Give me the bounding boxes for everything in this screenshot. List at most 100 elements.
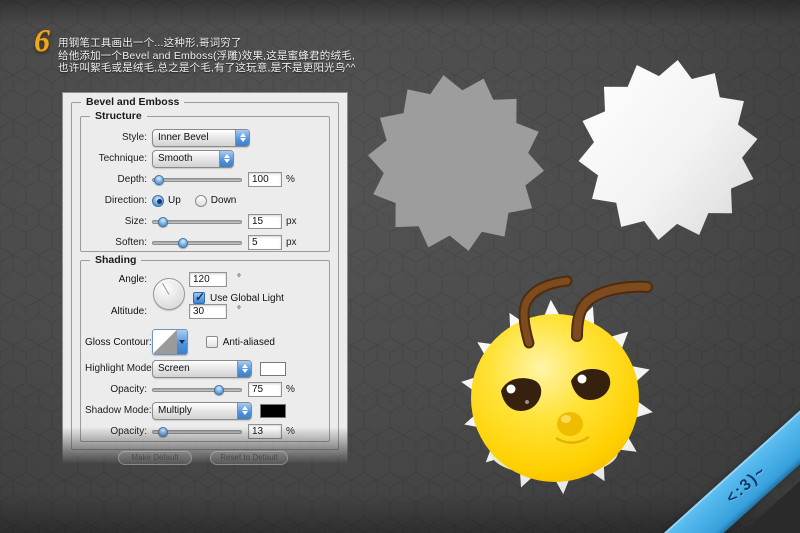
angle-altitude-block: Angle: ° Use Global Light Altitude: ° xyxy=(85,271,325,324)
soften-input[interactable] xyxy=(248,235,282,250)
shadow-mode-row: Shadow Mode: Multiply xyxy=(85,400,325,421)
size-label: Size: xyxy=(85,216,147,227)
technique-select[interactable]: Smooth xyxy=(152,150,234,168)
structure-group: Structure Style: Inner Bevel Technique: … xyxy=(80,116,330,252)
step-number: 6 xyxy=(34,22,50,59)
slider-track xyxy=(152,388,242,392)
up-down-stepper-icon xyxy=(237,361,251,377)
depth-input[interactable] xyxy=(248,172,282,187)
altitude-label: Altitude: xyxy=(85,306,147,317)
up-down-stepper-icon xyxy=(237,403,251,419)
angle-label: Angle: xyxy=(85,274,147,285)
depth-label: Depth: xyxy=(85,174,147,185)
direction-row: Direction: Up Down xyxy=(85,190,325,211)
angle-input[interactable] xyxy=(189,272,227,287)
angle-unit: ° xyxy=(237,273,241,284)
depth-slider[interactable] xyxy=(152,174,242,186)
make-default-button[interactable]: Make Default xyxy=(118,451,192,465)
size-input[interactable] xyxy=(248,214,282,229)
highlight-opacity-unit: % xyxy=(286,384,295,395)
shadow-opacity-row: Opacity: % xyxy=(85,421,325,442)
slider-track xyxy=(152,178,242,182)
direction-up-label: Up xyxy=(168,195,181,206)
shadow-color-swatch[interactable] xyxy=(260,404,286,418)
style-select[interactable]: Inner Bevel xyxy=(152,129,250,147)
angle-dial[interactable] xyxy=(153,278,185,310)
highlight-mode-select[interactable]: Screen xyxy=(152,360,252,378)
soften-row: Soften: px xyxy=(85,232,325,253)
direction-label: Direction: xyxy=(85,195,147,206)
size-unit: px xyxy=(286,216,297,227)
up-down-stepper-icon xyxy=(235,130,249,146)
caption-line-3: 也许叫絮毛或是绒毛,总之是个毛,有了这玩意,是不是更阳光鸟^^ xyxy=(58,62,356,75)
up-down-stepper-icon xyxy=(219,151,233,167)
technique-select-value: Smooth xyxy=(153,153,219,164)
shadow-opacity-slider[interactable] xyxy=(152,426,242,438)
highlight-mode-value: Screen xyxy=(153,363,237,374)
bevel-emboss-dialog: Bevel and Emboss Structure Style: Inner … xyxy=(62,92,348,464)
highlight-opacity-slider[interactable] xyxy=(152,384,242,396)
dialog-title: Bevel and Emboss xyxy=(81,96,184,108)
shadow-mode-label: Shadow Mode: xyxy=(85,405,147,416)
slider-thumb[interactable] xyxy=(158,217,168,227)
slider-thumb[interactable] xyxy=(154,175,164,185)
highlight-color-swatch[interactable] xyxy=(260,362,286,376)
bevel-emboss-group: Bevel and Emboss Structure Style: Inner … xyxy=(71,102,339,450)
soften-label: Soften: xyxy=(85,237,147,248)
gray-starburst-shape xyxy=(360,69,551,257)
direction-up-radio[interactable] xyxy=(152,195,164,207)
altitude-unit: ° xyxy=(237,305,241,316)
slider-thumb[interactable] xyxy=(158,427,168,437)
shadow-mode-value: Multiply xyxy=(153,405,237,416)
depth-unit: % xyxy=(286,174,295,185)
shadow-opacity-unit: % xyxy=(286,426,295,437)
gloss-contour-label: Gloss Contour: xyxy=(85,337,152,348)
highlight-opacity-row: Opacity: % xyxy=(85,379,325,400)
technique-row: Technique: Smooth xyxy=(85,148,325,169)
style-label: Style: xyxy=(85,132,147,143)
shadow-mode-select[interactable]: Multiply xyxy=(152,402,252,420)
embossed-white-starburst-shape xyxy=(568,51,768,248)
anti-aliased-row: Anti-aliased xyxy=(206,336,275,348)
linear-contour-icon xyxy=(153,330,177,354)
structure-legend: Structure xyxy=(90,110,147,122)
shading-legend: Shading xyxy=(90,254,141,266)
slider-thumb[interactable] xyxy=(214,385,224,395)
style-row: Style: Inner Bevel xyxy=(85,127,325,148)
bee-face xyxy=(471,314,639,482)
slider-thumb[interactable] xyxy=(178,238,188,248)
use-global-light-checkbox[interactable] xyxy=(193,292,205,304)
highlight-mode-row: Highlight Mode: Screen xyxy=(85,358,325,379)
gloss-contour-picker[interactable] xyxy=(152,329,188,355)
soften-unit: px xyxy=(286,237,297,248)
bee-character xyxy=(446,281,667,506)
shadow-opacity-label: Opacity: xyxy=(85,426,147,437)
reset-to-default-button[interactable]: Reset to Default xyxy=(210,451,288,465)
shading-group: Shading Angle: ° Use Global Light A xyxy=(80,260,330,442)
direction-down-radio[interactable] xyxy=(195,195,207,207)
dial-needle-icon xyxy=(162,283,169,295)
size-slider[interactable] xyxy=(152,216,242,228)
use-global-light-label: Use Global Light xyxy=(210,293,284,304)
slider-track xyxy=(152,241,242,245)
depth-row: Depth: % xyxy=(85,169,325,190)
highlight-opacity-input[interactable] xyxy=(248,382,282,397)
caption-line-1: 用钢笔工具画出一个...这种形,哥词穷了 xyxy=(58,37,356,50)
use-global-light-row: Use Global Light xyxy=(193,292,284,304)
technique-label: Technique: xyxy=(85,153,147,164)
shadow-opacity-input[interactable] xyxy=(248,424,282,439)
caption-text: 用钢笔工具画出一个...这种形,哥词穷了 给他添加一个Bevel and Emb… xyxy=(58,37,356,75)
direction-down-label: Down xyxy=(211,195,237,206)
size-row: Size: px xyxy=(85,211,325,232)
soften-slider[interactable] xyxy=(152,237,242,249)
chevron-down-icon xyxy=(177,330,187,354)
anti-aliased-label: Anti-aliased xyxy=(223,337,275,348)
gloss-contour-row: Gloss Contour: Anti-aliased xyxy=(85,326,325,358)
highlight-mode-label: Highlight Mode: xyxy=(85,363,147,374)
style-select-value: Inner Bevel xyxy=(153,132,235,143)
caption-line-2: 给他添加一个Bevel and Emboss(浮雕)效果,这是蜜蜂君的绒毛, xyxy=(58,50,356,63)
tutorial-page: 6 用钢笔工具画出一个...这种形,哥词穷了 给他添加一个Bevel and E… xyxy=(0,0,800,533)
anti-aliased-checkbox[interactable] xyxy=(206,336,218,348)
highlight-opacity-label: Opacity: xyxy=(85,384,147,395)
altitude-input[interactable] xyxy=(189,304,227,319)
